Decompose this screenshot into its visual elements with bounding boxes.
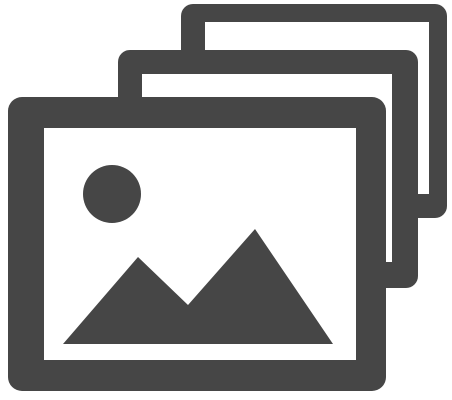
icon-canvas	[0, 0, 452, 400]
front-photo-frame	[8, 97, 386, 391]
image-gallery-icon	[8, 4, 447, 391]
sun-icon	[83, 165, 141, 223]
